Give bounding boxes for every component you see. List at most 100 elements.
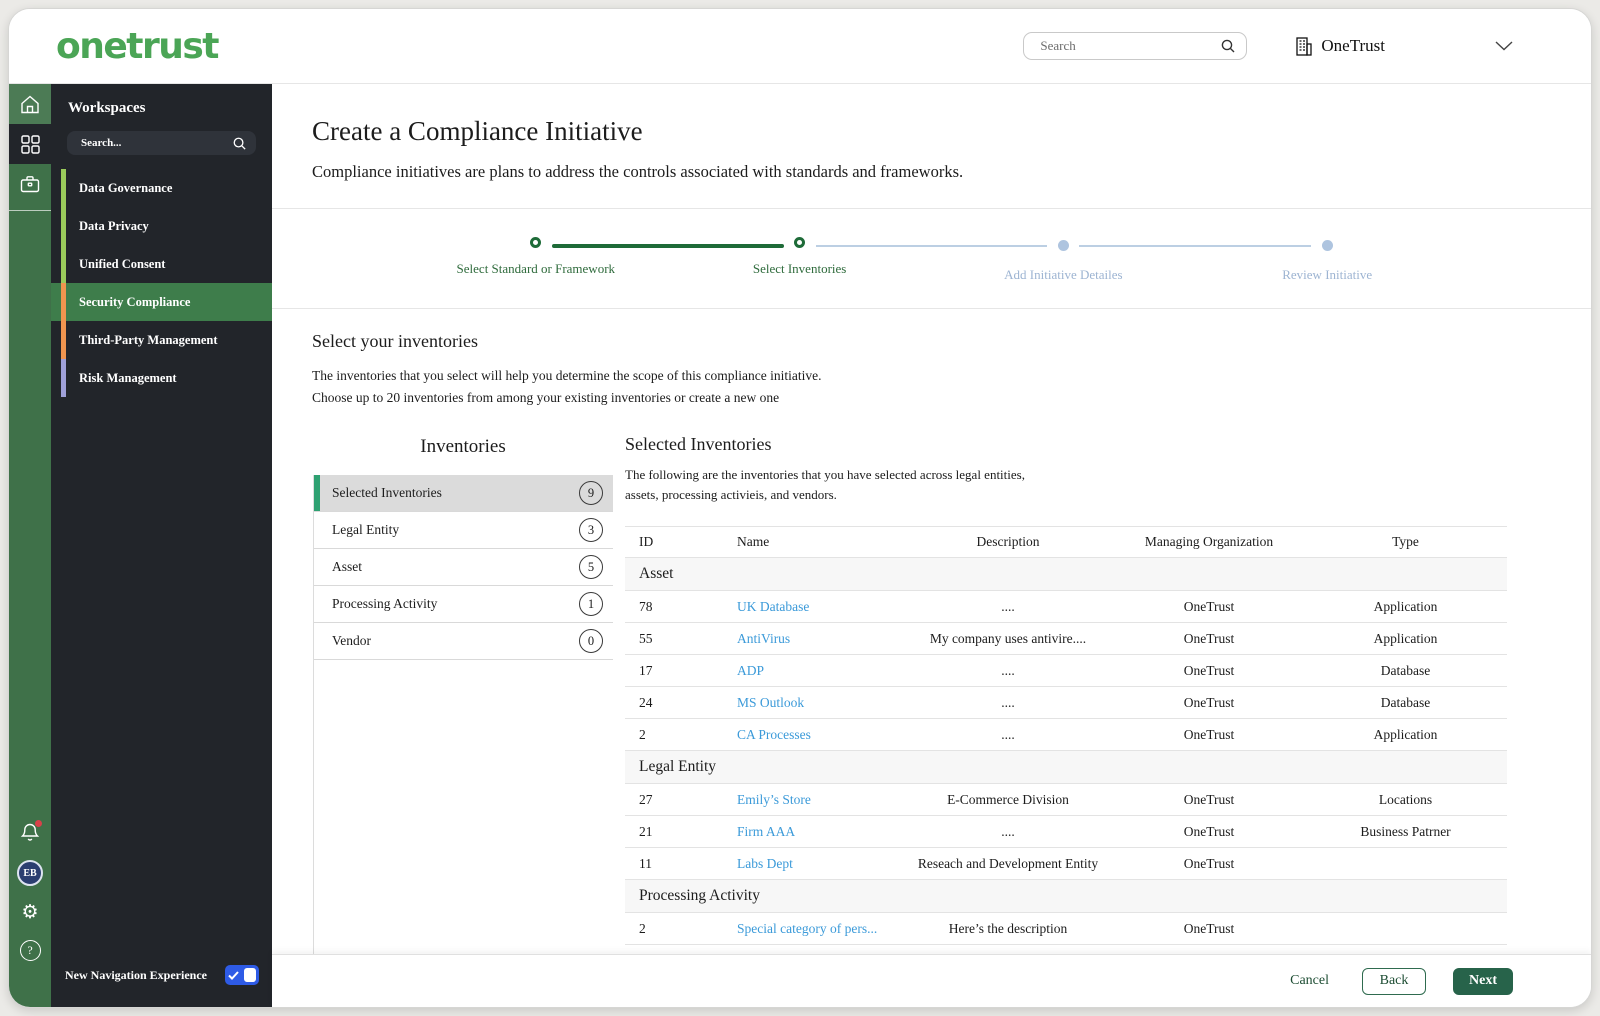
next-button[interactable]: Next	[1453, 967, 1513, 995]
stepper-step-add-initiative-detailes[interactable]: Add Initiative Detailes	[923, 237, 1203, 283]
step-label: Select Standard or Framework	[456, 261, 616, 276]
table-row: 2 CA Processes.... OneTrust Application	[625, 719, 1507, 752]
inventory-link[interactable]: MS Outlook	[737, 695, 804, 710]
cell-managing-organization: OneTrust	[1183, 726, 1235, 742]
selected-inventories-description: The following are the inventories that y…	[625, 467, 1025, 503]
cell-managing-organization: OneTrust	[1183, 598, 1235, 614]
inventory-count-badge: 9	[579, 481, 603, 506]
cell-description: My company uses antivire....	[929, 630, 1087, 646]
inventory-category-label: Selected Inventories	[332, 485, 442, 501]
step-label: Review Initiative	[1282, 267, 1373, 282]
sidebar-item-third-party-management[interactable]: Third-Party Management	[51, 321, 272, 359]
step-circle-icon	[794, 237, 806, 248]
inventory-link[interactable]: Emily’s Store	[737, 792, 811, 807]
cell-id: 2	[639, 920, 646, 936]
new-navigation-label: New Navigation Experience	[65, 967, 207, 982]
global-search[interactable]	[1023, 32, 1248, 60]
table-row: 17 ADP.... OneTrust Database	[625, 655, 1507, 688]
chevron-down-icon[interactable]	[1495, 41, 1513, 51]
step-circle-icon	[530, 237, 542, 248]
stepper-step-review-initiative[interactable]: Review Initiative	[1187, 237, 1467, 283]
workspace-accent-bar	[61, 283, 66, 321]
org-selector[interactable]: OneTrust	[1295, 36, 1385, 56]
cell-name: ADP	[737, 663, 902, 679]
table-row: 24 MS Outlook.... OneTrust Database	[625, 687, 1507, 720]
inventory-link[interactable]: UK Database	[737, 599, 809, 614]
inventory-link[interactable]: AntiVirus	[737, 631, 790, 646]
cell-id: 55	[639, 630, 653, 646]
inventory-category-label: Asset	[332, 559, 362, 575]
back-button[interactable]: Back	[1362, 967, 1426, 995]
sidebar-item-label: Third-Party Management	[79, 332, 218, 347]
question-icon: ?	[27, 943, 33, 957]
toggle-knob	[244, 968, 256, 982]
workspaces-search[interactable]	[67, 131, 256, 155]
inventory-link[interactable]: ADP	[737, 663, 764, 678]
cancel-button[interactable]: Cancel	[1284, 972, 1335, 990]
cell-id: 11	[639, 855, 652, 871]
cell-type: Application	[1373, 630, 1438, 646]
cell-description: ....	[1001, 726, 1015, 742]
cell-id: 27	[639, 791, 653, 807]
help-button[interactable]: ?	[19, 940, 41, 961]
sidebar-item-data-governance[interactable]: Data Governance	[51, 169, 272, 207]
home-nav-button[interactable]	[9, 84, 51, 124]
body-row: EB ⚙ ? Workspaces Data Governance Data Pr…	[9, 84, 1591, 1007]
icon-rail: EB ⚙ ?	[9, 84, 51, 1007]
rail-bottom-group: EB ⚙ ?	[17, 820, 43, 1007]
cell-name: UK Database	[737, 599, 902, 615]
inventory-category-legal-entity[interactable]: Legal Entity 3	[314, 512, 613, 550]
notifications-button[interactable]	[20, 820, 42, 843]
cell-description: ....	[1001, 662, 1015, 678]
cell-description: ....	[1001, 694, 1015, 710]
inventory-link[interactable]: Labs Dept	[737, 856, 793, 871]
cell-id: 24	[639, 694, 653, 710]
workspaces-list: Data Governance Data Privacy Unified Conse…	[51, 169, 272, 397]
cell-managing-organization: OneTrust	[1183, 694, 1235, 710]
inventory-count-badge: 5	[579, 555, 603, 580]
cell-managing-organization: OneTrust	[1183, 920, 1235, 936]
workspace-accent-bar	[61, 169, 66, 207]
inventory-category-selected-inventories[interactable]: Selected Inventories 9	[314, 475, 613, 513]
apps-nav-button[interactable]	[9, 164, 51, 204]
settings-button[interactable]: ⚙	[21, 903, 38, 923]
inventory-link[interactable]: Special category of pers...	[737, 921, 877, 936]
top-bar-right: OneTrust	[1023, 32, 1591, 60]
cell-description: Here’s the description	[948, 920, 1068, 936]
cell-description: Reseach and Development Entity	[917, 855, 1099, 871]
column-header-type: Type	[1392, 534, 1419, 550]
inventory-category-processing-activity[interactable]: Processing Activity 1	[314, 586, 613, 624]
inventory-link[interactable]: Firm AAA	[737, 824, 795, 839]
building-icon	[1295, 36, 1313, 56]
inventory-category-label: Vendor	[332, 633, 371, 649]
global-search-input[interactable]	[1038, 37, 1221, 55]
inventory-category-vendor[interactable]: Vendor 0	[314, 623, 613, 661]
workspaces-panel: Workspaces Data Governance Data Privacy Un…	[51, 84, 272, 1007]
column-header-name: Name	[737, 534, 770, 550]
sidebar-item-unified-consent[interactable]: Unified Consent	[51, 245, 272, 283]
step-dot-icon	[1057, 240, 1069, 251]
inventory-link[interactable]: CA Processes	[737, 727, 811, 742]
inventory-category-asset[interactable]: Asset 5	[314, 549, 613, 587]
sidebar-item-risk-management[interactable]: Risk Management	[51, 359, 272, 397]
cell-id: 21	[639, 823, 653, 839]
cell-managing-organization: OneTrust	[1183, 662, 1235, 678]
cell-name: Labs Dept	[737, 856, 902, 872]
sidebar-item-security-compliance[interactable]: Security Compliance	[51, 283, 272, 321]
stepper-step-select-inventories[interactable]: Select Inventories	[660, 237, 940, 277]
sidebar-item-label: Data Governance	[79, 180, 173, 195]
cell-type: Application	[1373, 726, 1438, 742]
page-header: Create a Compliance Initiative Complianc…	[272, 84, 1591, 209]
column-header-id: ID	[639, 534, 654, 550]
new-navigation-toggle[interactable]	[225, 965, 259, 985]
sidebar-item-data-privacy[interactable]: Data Privacy	[51, 207, 272, 245]
stepper-step-select-standard-or-framework[interactable]: Select Standard or Framework	[396, 237, 676, 277]
cell-type: Locations	[1378, 791, 1433, 807]
workspaces-search-input[interactable]	[79, 136, 232, 150]
workspaces-nav-button[interactable]	[9, 124, 51, 164]
avatar[interactable]: EB	[17, 860, 43, 886]
app-window: onetrust Search OneTrust EB ⚙ ? Workspac…	[8, 8, 1592, 1008]
cell-name: AntiVirus	[737, 631, 902, 647]
page-title: Create a Compliance Initiative	[312, 116, 643, 146]
step-label: Select Inventories	[752, 261, 847, 276]
